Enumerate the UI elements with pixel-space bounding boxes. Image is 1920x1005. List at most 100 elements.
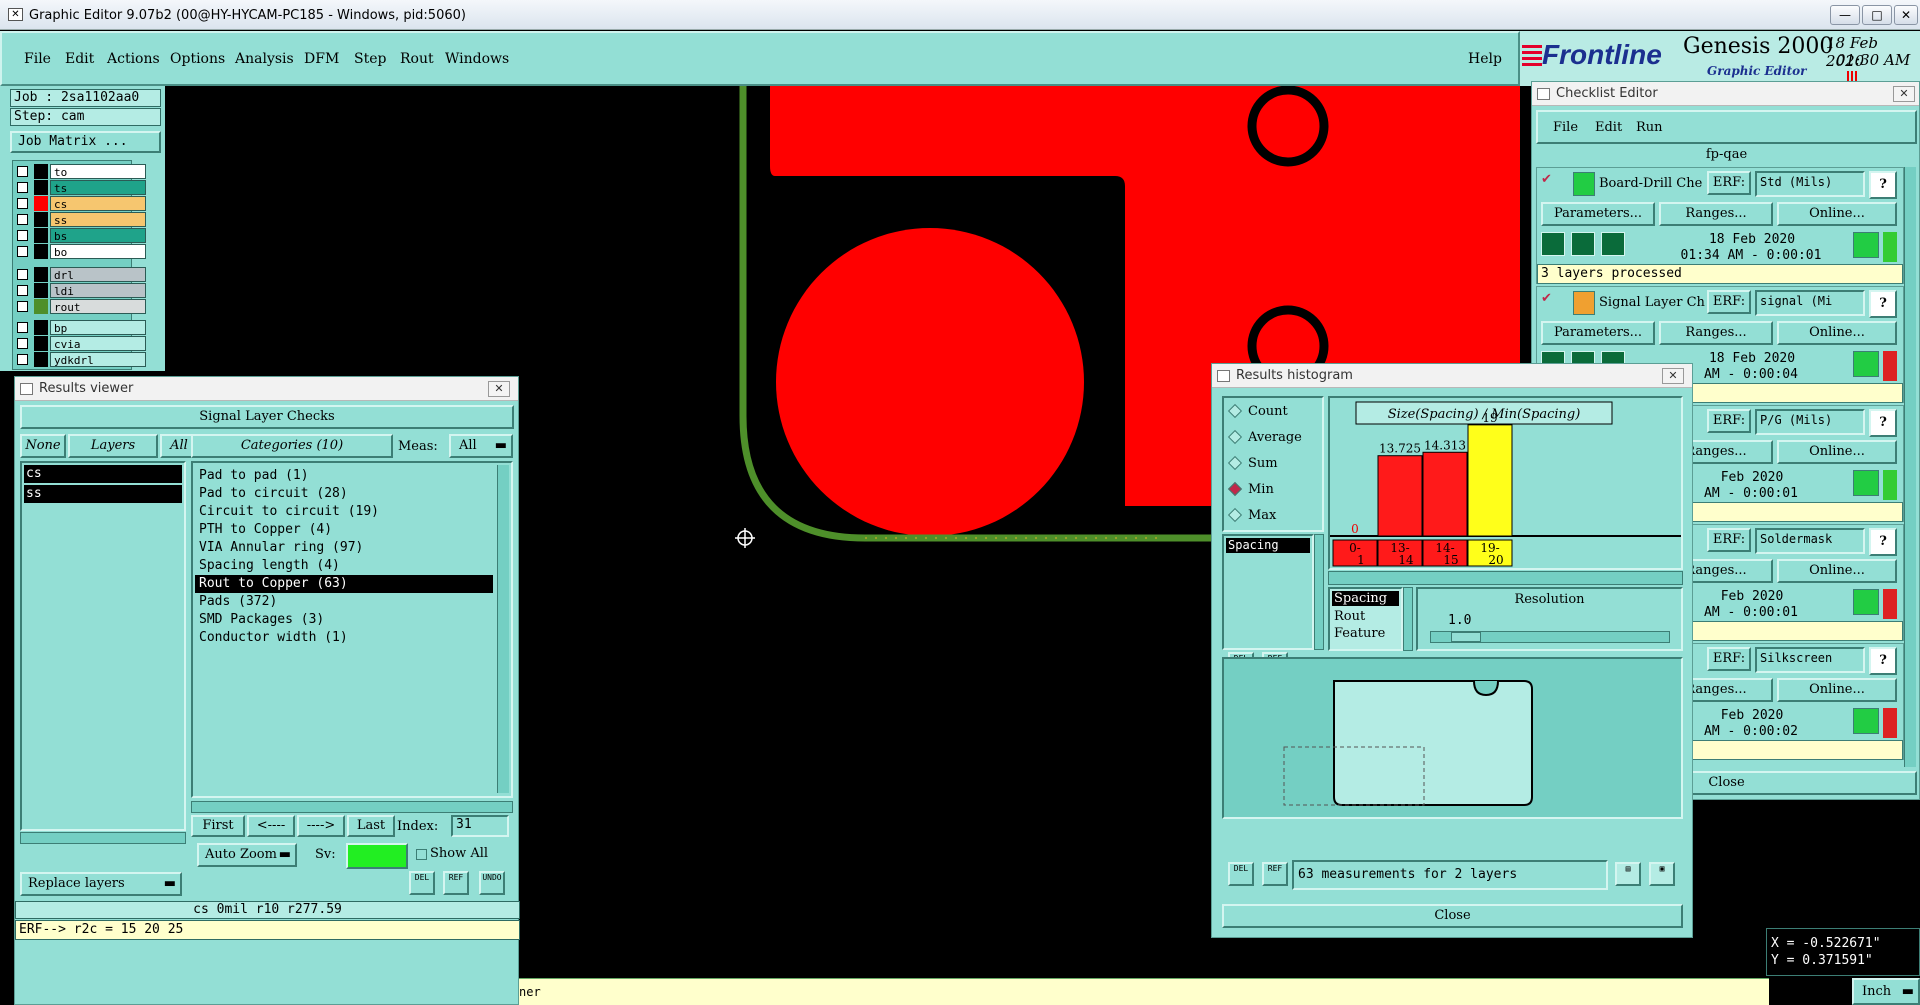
layer-name[interactable]: ss — [50, 212, 146, 227]
layer-checkbox[interactable] — [17, 230, 28, 241]
layer-name[interactable]: ldi — [50, 283, 146, 298]
layer-checkbox[interactable] — [17, 338, 28, 349]
menu-analysis[interactable]: Analysis — [235, 51, 294, 67]
maximize-button[interactable]: □ — [1862, 5, 1892, 25]
index-input[interactable]: 31 — [451, 815, 509, 837]
layer-checkbox[interactable] — [17, 269, 28, 280]
layer-checkbox[interactable] — [17, 301, 28, 312]
help-icon[interactable]: ? — [1869, 171, 1897, 199]
menu-dfm[interactable]: DFM — [304, 51, 339, 67]
next-button[interactable]: ----> — [297, 815, 345, 837]
meas-dropdown[interactable]: All ▬ — [449, 434, 513, 458]
category-item[interactable]: Pads (372) — [195, 593, 509, 611]
layer-row-bp[interactable]: bp — [14, 320, 160, 335]
export-icon[interactable]: ▤ — [1615, 862, 1641, 886]
layer-row-ydkdrl[interactable]: ydkdrl — [14, 352, 160, 367]
menu-windows[interactable]: Windows — [445, 51, 509, 67]
menu-actions[interactable]: Actions — [107, 51, 160, 67]
category-item[interactable]: PTH to Copper (4) — [195, 521, 509, 539]
show-all-checkbox[interactable] — [416, 849, 427, 860]
layer-row-rout[interactable]: rout — [14, 299, 160, 314]
results-viewer-close-button[interactable]: ✕ — [488, 381, 510, 397]
check-mark-icon[interactable]: ✔ — [1541, 172, 1552, 187]
view-results-icon[interactable] — [1853, 589, 1879, 615]
check-mark-icon[interactable]: ✔ — [1541, 291, 1552, 306]
online-button[interactable]: Online... — [1777, 440, 1897, 464]
layer-checkbox[interactable] — [17, 246, 28, 257]
view-results-icon[interactable] — [1853, 351, 1879, 377]
auto-zoom-dropdown[interactable]: Auto Zoom ▬ — [197, 843, 297, 867]
histogram-close-icon[interactable]: ✕ — [1662, 368, 1684, 384]
layer-name[interactable]: drl — [50, 267, 146, 282]
slider-thumb[interactable] — [1451, 632, 1481, 642]
menu-options[interactable]: Options — [170, 51, 225, 67]
layer-name[interactable]: cs — [50, 196, 146, 211]
layout-icon[interactable]: ▣ — [1649, 862, 1675, 886]
category-item[interactable]: Rout to Copper (63) — [195, 575, 493, 593]
layer-checkbox[interactable] — [17, 354, 28, 365]
preview-del-button[interactable]: DEL — [1228, 862, 1254, 886]
layer-checkbox[interactable] — [17, 166, 28, 177]
layer-row-cs[interactable]: cs — [14, 196, 160, 211]
refresh-results-button[interactable]: REF — [443, 871, 469, 895]
last-button[interactable]: Last — [347, 815, 395, 837]
layer-name[interactable]: rout — [50, 299, 146, 314]
run-icon[interactable] — [1541, 232, 1565, 256]
layer-name[interactable]: bp — [50, 320, 146, 335]
preview-ref-button[interactable]: REF — [1262, 862, 1288, 886]
field-list-scrollbar[interactable] — [1403, 587, 1413, 651]
run-icon[interactable] — [1601, 232, 1625, 256]
prev-button[interactable]: <---- — [247, 815, 295, 837]
checklist-menu-edit[interactable]: Edit — [1595, 120, 1622, 135]
category-item[interactable]: Conductor width (1) — [195, 629, 509, 647]
layers-button[interactable]: Layers — [68, 434, 158, 458]
layer-row-cvia[interactable]: cvia — [14, 336, 160, 351]
severity-selector[interactable] — [346, 843, 408, 869]
field-option-rout[interactable]: Rout — [1332, 608, 1399, 625]
layer-checkbox[interactable] — [17, 182, 28, 193]
layer-row-drl[interactable]: drl — [14, 267, 160, 282]
stat-radio-max[interactable]: Max — [1224, 506, 1322, 532]
layers-list[interactable]: cs ss — [20, 461, 186, 831]
categories-hscrollbar[interactable] — [191, 801, 513, 813]
erf-value[interactable]: Std (Mils) — [1755, 171, 1865, 197]
stat-radio-sum[interactable]: Sum — [1224, 454, 1322, 480]
checklist-close-icon[interactable]: ✕ — [1893, 86, 1915, 102]
category-item[interactable]: Circuit to circuit (19) — [195, 503, 509, 521]
checklist-menu-file[interactable]: File — [1553, 120, 1578, 135]
stat-radio-min[interactable]: Min — [1224, 480, 1322, 506]
layer-row-to[interactable]: to — [14, 164, 160, 179]
layers-scrollbar[interactable] — [20, 832, 186, 844]
checklist-menu-run[interactable]: Run — [1636, 120, 1663, 135]
layer-list-item[interactable]: cs — [24, 465, 182, 483]
help-icon[interactable]: ? — [1869, 528, 1897, 556]
menu-edit[interactable]: Edit — [65, 51, 94, 67]
parameters-button[interactable]: Parameters... — [1541, 321, 1655, 345]
layer-checkbox[interactable] — [17, 198, 28, 209]
help-icon[interactable]: ? — [1869, 290, 1897, 318]
checklist-scrollbar[interactable] — [1904, 167, 1916, 767]
online-button[interactable]: Online... — [1777, 559, 1897, 583]
field-list-item[interactable]: Spacing — [1226, 538, 1310, 553]
stat-field-list[interactable]: Spacing — [1222, 534, 1314, 650]
layer-row-ldi[interactable]: ldi — [14, 283, 160, 298]
resolution-slider[interactable] — [1430, 631, 1670, 643]
layer-checkbox[interactable] — [17, 322, 28, 333]
category-item[interactable]: Pad to circuit (28) — [195, 485, 509, 503]
layer-name[interactable]: ydkdrl — [50, 352, 146, 367]
stat-radio-average[interactable]: Average — [1224, 428, 1322, 454]
view-results-icon[interactable] — [1853, 232, 1879, 258]
layer-row-ss[interactable]: ss — [14, 212, 160, 227]
categories-scrollbar[interactable] — [497, 465, 509, 793]
histogram-close-button[interactable]: Close — [1222, 904, 1683, 928]
layer-name[interactable]: cvia — [50, 336, 146, 351]
help-icon[interactable]: ? — [1869, 647, 1897, 675]
delete-results-button[interactable]: DEL — [409, 871, 435, 895]
none-button[interactable]: None — [20, 434, 66, 458]
category-item[interactable]: SMD Packages (3) — [195, 611, 509, 629]
menu-file[interactable]: File — [24, 51, 51, 67]
help-icon[interactable]: ? — [1869, 409, 1897, 437]
layer-row-ts[interactable]: ts — [14, 180, 160, 195]
erf-value[interactable]: Silkscreen — [1755, 647, 1865, 673]
view-results-icon[interactable] — [1853, 470, 1879, 496]
